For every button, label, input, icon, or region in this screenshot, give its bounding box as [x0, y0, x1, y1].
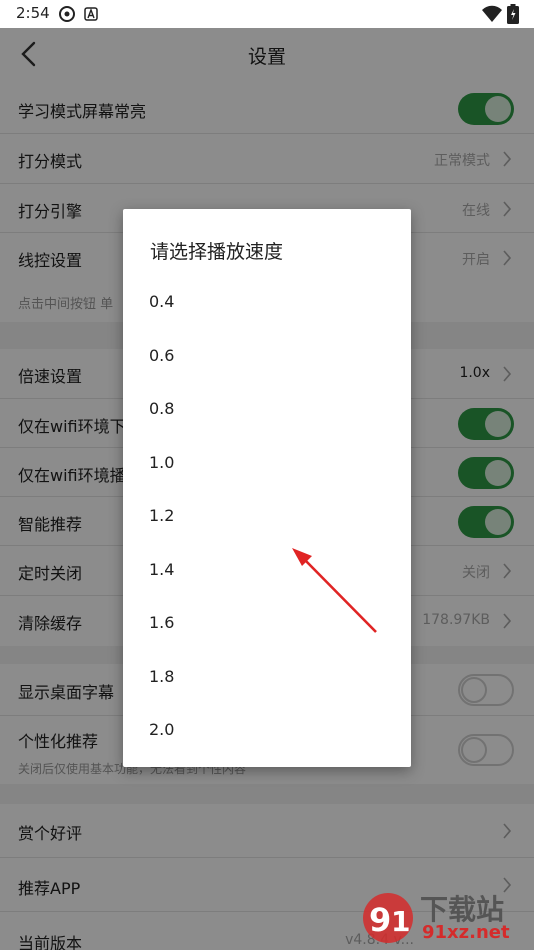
speed-option-label: 0.8 [149, 399, 175, 418]
speed-option[interactable]: 0.4 [123, 278, 411, 331]
speed-option[interactable]: 2.0 [123, 706, 411, 759]
watermark-logo-icon: 9 1 [363, 893, 413, 943]
speed-option[interactable]: 0.6 [123, 332, 411, 385]
battery-icon [507, 4, 519, 24]
speed-option-label: 2.0 [149, 720, 175, 739]
status-bar: 2:54 [0, 0, 534, 28]
speed-option[interactable]: 1.8 [123, 653, 411, 706]
speed-option[interactable]: 0.8 [123, 385, 411, 438]
speed-option-label: 1.2 [149, 506, 175, 525]
notification-a-icon [84, 7, 98, 21]
speed-option[interactable]: 1.2 [123, 492, 411, 545]
speed-option-label: 1.8 [149, 667, 175, 686]
speed-option-label: 1.0 [149, 453, 175, 472]
status-time: 2:54 [16, 4, 50, 22]
speed-option-label: 1.6 [149, 613, 175, 632]
svg-text:9: 9 [369, 901, 391, 939]
site-watermark: 9 1 下载站 91xz.net [358, 886, 532, 948]
speed-picker-dialog: 请选择播放速度 0.4 0.6 0.8 1.0 1.2 1.4 1.6 1.8 … [123, 209, 411, 767]
dialog-title: 请选择播放速度 [150, 241, 284, 263]
speed-option[interactable]: 1.0 [123, 439, 411, 492]
speed-option-label: 0.6 [149, 346, 175, 365]
settings-app-icon [59, 6, 75, 22]
speed-option[interactable]: 1.6 [123, 599, 411, 652]
speed-option-label: 1.4 [149, 560, 175, 579]
svg-text:1: 1 [391, 905, 410, 938]
wifi-icon [482, 5, 502, 22]
speed-option[interactable]: 1.4 [123, 546, 411, 599]
watermark-url: 91xz.net [422, 922, 510, 943]
speed-option-label: 0.4 [149, 292, 175, 311]
